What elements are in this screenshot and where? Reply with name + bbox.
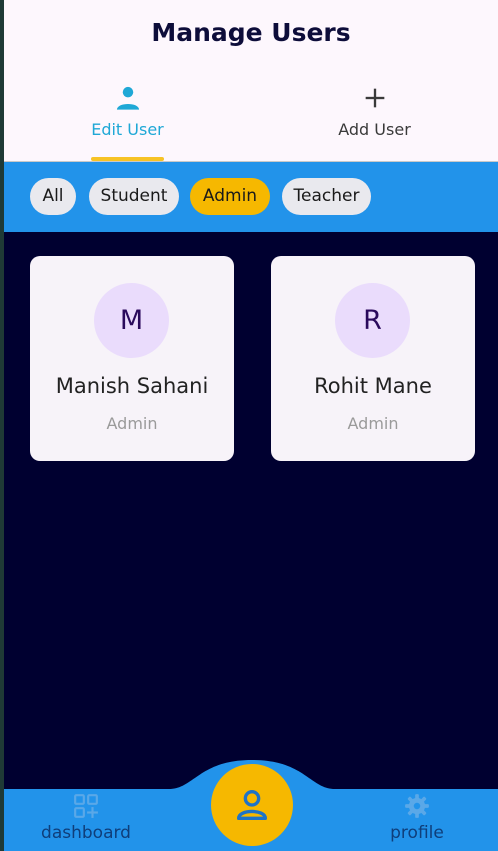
nav-dashboard-label: dashboard [41,823,131,843]
app-header: Manage Users Edit User Add User [4,0,498,162]
page-title: Manage Users [151,18,351,47]
gear-icon [352,793,482,819]
filter-chip-admin[interactable]: Admin [190,178,270,215]
nav-dashboard[interactable]: dashboard [21,793,151,843]
user-role: Admin [347,414,399,433]
tab-edit-user-label: Edit User [91,120,164,139]
user-avatar: R [335,283,410,358]
nav-profile-label: profile [390,823,444,843]
tab-edit-user[interactable]: Edit User [4,84,251,162]
nav-profile[interactable]: profile [352,793,482,843]
app-screen: Manage Users Edit User Add User All Stud… [4,0,498,851]
users-fab-button[interactable] [211,764,293,846]
user-card[interactable]: R Rohit Mane Admin [271,256,475,461]
filter-chip-student[interactable]: Student [89,178,179,215]
filter-chip-all[interactable]: All [30,178,76,215]
tab-add-user[interactable]: Add User [251,84,498,162]
user-card[interactable]: M Manish Sahani Admin [30,256,234,461]
dashboard-icon [21,793,151,819]
user-role: Admin [106,414,158,433]
bottom-navigation: dashboard profile [4,757,498,851]
person-icon [4,84,251,112]
tab-add-user-label: Add User [338,120,411,139]
filter-chip-teacher[interactable]: Teacher [282,178,371,215]
plus-icon [251,84,498,112]
user-name: Rohit Mane [314,374,432,398]
role-filter-bar: All Student Admin Teacher [4,162,498,232]
user-name: Manish Sahani [55,374,209,398]
user-avatar: M [94,283,169,358]
